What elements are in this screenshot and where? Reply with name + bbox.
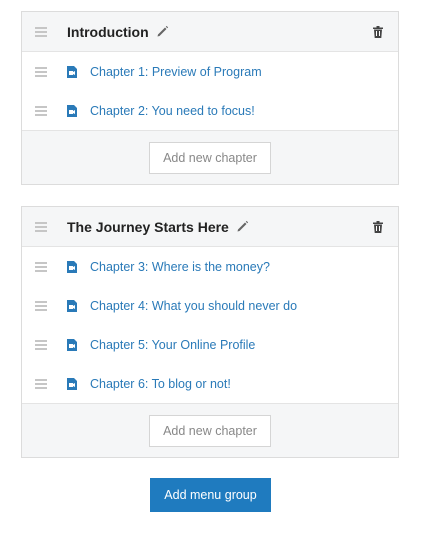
trash-icon[interactable] xyxy=(373,221,383,233)
drag-handle-icon[interactable] xyxy=(35,300,47,311)
chapter-link[interactable]: Chapter 4: What you should never do xyxy=(90,299,297,313)
drag-handle-icon[interactable] xyxy=(35,261,47,272)
chapter-link[interactable]: Chapter 5: Your Online Profile xyxy=(90,338,255,352)
chapter-item: Chapter 5: Your Online Profile xyxy=(22,325,398,364)
video-file-icon xyxy=(67,260,77,273)
trash-icon[interactable] xyxy=(373,26,383,38)
drag-handle-icon[interactable] xyxy=(35,105,47,116)
chapter-item: Chapter 4: What you should never do xyxy=(22,286,398,325)
drag-handle-icon[interactable] xyxy=(35,66,47,77)
drag-handle-icon[interactable] xyxy=(35,221,47,232)
drag-handle-icon[interactable] xyxy=(35,26,47,37)
group-title: The Journey Starts Here xyxy=(67,218,229,235)
chapter-item: Chapter 3: Where is the money? xyxy=(22,247,398,286)
chapter-list: Chapter 3: Where is the money? Chapter 4… xyxy=(22,247,398,403)
chapter-link[interactable]: Chapter 6: To blog or not! xyxy=(90,377,231,391)
group-header: Introduction xyxy=(22,12,398,52)
chapter-list: Chapter 1: Preview of Program Chapter 2:… xyxy=(22,52,398,130)
pencil-icon[interactable] xyxy=(236,220,249,233)
menu-group: Introduction Chapter 1: Preview of Progr… xyxy=(21,11,399,185)
add-chapter-button[interactable]: Add new chapter xyxy=(149,141,271,174)
group-title: Introduction xyxy=(67,23,149,40)
video-file-icon xyxy=(67,299,77,312)
chapter-item: Chapter 6: To blog or not! xyxy=(22,364,398,403)
video-file-icon xyxy=(67,104,77,117)
group-footer: Add new chapter xyxy=(22,403,398,457)
group-header: The Journey Starts Here xyxy=(22,207,398,247)
menu-group: The Journey Starts Here Chapter 3: Where… xyxy=(21,206,399,458)
add-chapter-button[interactable]: Add new chapter xyxy=(149,414,271,447)
chapter-link[interactable]: Chapter 2: You need to focus! xyxy=(90,104,255,118)
pencil-icon[interactable] xyxy=(156,25,169,38)
video-file-icon xyxy=(67,65,77,78)
chapter-item: Chapter 1: Preview of Program xyxy=(22,52,398,91)
chapter-item: Chapter 2: You need to focus! xyxy=(22,91,398,130)
chapter-link[interactable]: Chapter 3: Where is the money? xyxy=(90,260,270,274)
drag-handle-icon[interactable] xyxy=(35,378,47,389)
video-file-icon xyxy=(67,338,77,351)
video-file-icon xyxy=(67,377,77,390)
add-menu-group-button[interactable]: Add menu group xyxy=(150,478,271,512)
drag-handle-icon[interactable] xyxy=(35,339,47,350)
group-footer: Add new chapter xyxy=(22,130,398,184)
chapter-link[interactable]: Chapter 1: Preview of Program xyxy=(90,65,262,79)
